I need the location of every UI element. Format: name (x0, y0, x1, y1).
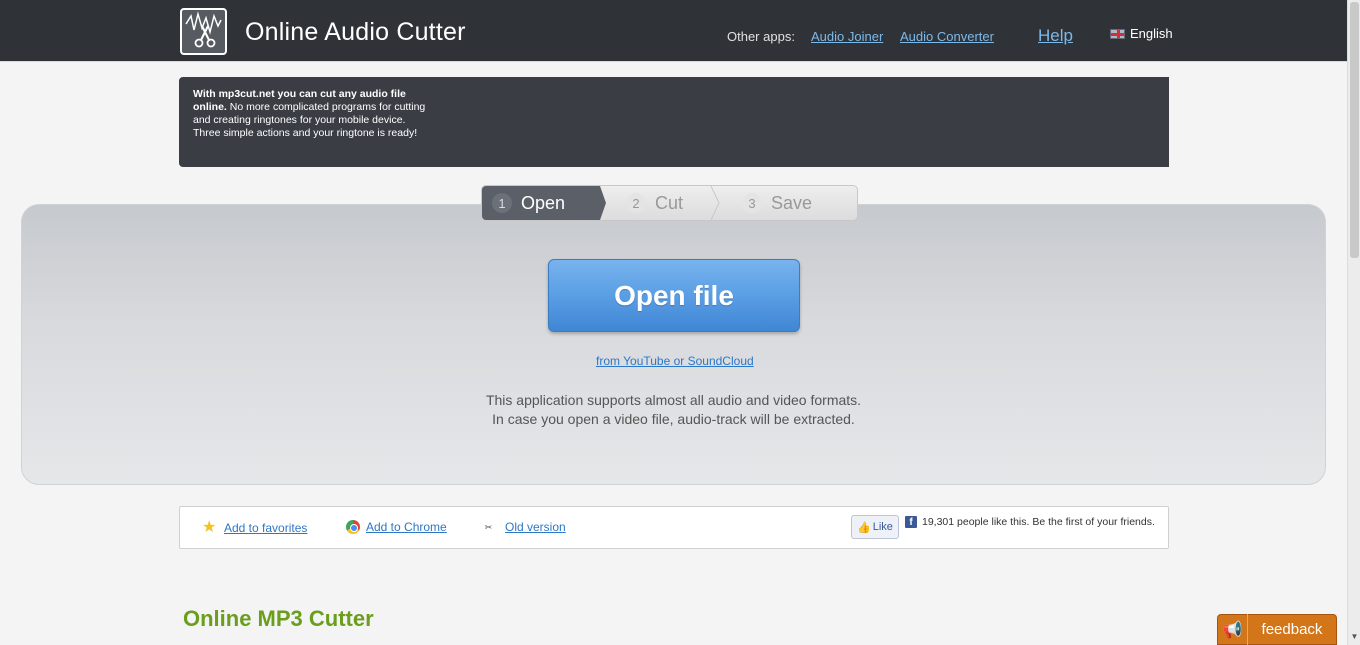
youtube-soundcloud-link[interactable]: from YouTube or SoundCloud (596, 354, 754, 368)
uk-flag-icon (1110, 28, 1125, 39)
app-logo[interactable] (180, 8, 227, 55)
facebook-like-button[interactable]: 👍 Like (851, 515, 899, 539)
facebook-icon: f (905, 516, 917, 528)
section-title: Online MP3 Cutter (183, 606, 374, 631)
add-favorites-item[interactable]: ★ Add to favorites (202, 520, 307, 536)
steps-indicator: 1 Open 2 Cut 3 Save (481, 185, 858, 221)
support-text-line2: In case you open a video file, audio-tra… (492, 411, 855, 427)
add-to-chrome-link[interactable]: Add to Chrome (366, 520, 447, 534)
thumbs-up-icon: 👍 (857, 521, 871, 534)
other-apps-label: Other apps: (727, 29, 795, 44)
help-link[interactable]: Help (1038, 26, 1073, 46)
scissors-waveform-icon (185, 11, 222, 48)
feedback-label: feedback (1261, 621, 1323, 638)
step-number: 1 (492, 193, 512, 213)
step-label: Save (771, 192, 813, 213)
step-save: 3 Save (738, 186, 812, 220)
support-text-line1: This application supports almost all aud… (485, 392, 862, 408)
main-panel (21, 204, 1326, 485)
promo-banner: With mp3cut.net you can cut any audio fi… (179, 77, 1169, 167)
add-to-favorites-link[interactable]: Add to favorites (224, 521, 307, 535)
megaphone-icon: 📢 (1218, 614, 1248, 645)
step-open: 1 Open (482, 186, 606, 220)
feedback-button[interactable]: 📢 feedback (1217, 614, 1337, 645)
audio-converter-link[interactable]: Audio Converter (900, 29, 994, 44)
language-selector[interactable]: English (1110, 26, 1173, 41)
open-file-button[interactable]: Open file (548, 259, 800, 332)
promo-text: With mp3cut.net you can cut any audio fi… (193, 88, 428, 140)
star-icon: ★ (202, 519, 217, 536)
old-version-item[interactable]: ✂ Old version (485, 520, 566, 534)
app-title: Online Audio Cutter (245, 18, 466, 46)
like-label: Like (872, 521, 893, 533)
step-label: Cut (655, 192, 684, 213)
promo-body-text: No more complicated programs for cutting… (193, 101, 426, 139)
step-label: Open (521, 192, 566, 213)
audio-joiner-link[interactable]: Audio Joiner (811, 29, 883, 44)
chrome-icon (346, 520, 360, 534)
old-version-link[interactable]: Old version (505, 520, 566, 534)
vertical-scrollbar[interactable]: ▼ (1347, 0, 1360, 645)
step-separator-icon (710, 186, 720, 220)
action-bar: ★ Add to favorites Add to Chrome ✂ Old v… (179, 506, 1169, 549)
facebook-like-count: 19,301 people like this. Be the first of… (922, 516, 1155, 528)
scissors-icon: ✂ (485, 520, 493, 534)
language-label: English (1130, 26, 1173, 41)
step-cut: 2 Cut (622, 186, 683, 220)
scroll-down-arrow-icon[interactable]: ▼ (1348, 631, 1360, 643)
top-header: Online Audio Cutter Other apps: Audio Jo… (0, 0, 1347, 62)
scrollbar-thumb[interactable] (1350, 2, 1359, 258)
step-number: 3 (742, 193, 762, 213)
step-number: 2 (626, 193, 646, 213)
add-chrome-item[interactable]: Add to Chrome (346, 520, 447, 534)
